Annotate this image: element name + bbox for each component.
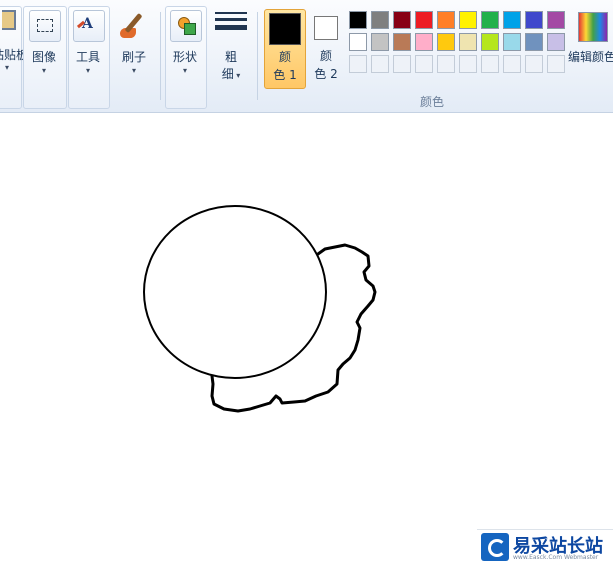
watermark: 易采站长站 www.Easck.Com Webmaster [477,529,613,566]
custom-color-slot[interactable] [415,55,433,73]
size-label-line2: 细 [221,67,234,81]
shapes-icon [170,10,202,42]
rainbow-palette-icon [578,12,608,42]
chevron-down-icon: ▾ [41,66,46,75]
image-label: 图像 [31,50,56,64]
chevron-down-icon: ▾ [233,71,241,80]
watermark-subtext: www.Easck.Com Webmaster [513,554,599,561]
color1-label-line1: 颜 [278,50,291,64]
ribbon: 粘贴板 ▾ 图像 ▾ A 工具 ▾ 刷子 ▾ 形状 [0,0,613,113]
color2-swatch [314,16,338,40]
custom-color-slot[interactable] [393,55,411,73]
drawing-canvas[interactable] [0,114,613,566]
palette-swatch[interactable] [503,33,521,51]
palette-swatch[interactable] [525,11,543,29]
palette-swatch[interactable] [525,33,543,51]
paste-button[interactable]: 粘贴板 ▾ [0,10,29,73]
color2-label-line2: 色 2 [314,67,338,81]
custom-color-slot[interactable] [503,55,521,73]
color2-button[interactable]: 颜 色 2 [307,9,345,87]
edit-colors-label: 编辑颜色 [568,50,613,64]
chevron-down-icon: ▾ [182,66,187,75]
palette-swatch[interactable] [459,11,477,29]
tools-label: 工具 [75,50,100,64]
color1-swatch [269,13,301,45]
palette-swatch[interactable] [503,11,521,29]
select-icon [29,10,61,42]
brush-icon [118,10,150,42]
palette-swatch[interactable] [371,33,389,51]
palette-swatch[interactable] [349,11,367,29]
clipboard-label: 粘贴板 [0,48,29,62]
palette-swatch[interactable] [437,33,455,51]
palette-swatch[interactable] [393,11,411,29]
circle-shape [143,205,327,379]
palette-swatch[interactable] [459,33,477,51]
paste-icon [2,10,16,30]
custom-color-slot[interactable] [349,55,367,73]
shapes-label: 形状 [172,50,197,64]
separator [257,12,258,100]
size-label-line1: 粗 [224,50,237,64]
text-tool-icon: A [73,10,105,42]
palette-swatch[interactable] [415,11,433,29]
custom-color-slot[interactable] [481,55,499,73]
chevron-down-icon: ▾ [131,66,136,75]
custom-color-slot[interactable] [371,55,389,73]
palette-swatch[interactable] [437,11,455,29]
custom-color-slot[interactable] [459,55,477,73]
line-size-icon [215,12,247,30]
chevron-down-icon: ▾ [85,66,90,75]
watermark-logo-icon [481,533,509,561]
palette-swatch[interactable] [481,11,499,29]
separator [160,12,161,100]
palette-swatch[interactable] [547,11,565,29]
palette-swatch[interactable] [547,33,565,51]
drawing-svg [143,205,377,413]
custom-color-slot[interactable] [547,55,565,73]
size-label-line2-wrap: 细 ▾ [212,65,250,82]
palette-swatch[interactable] [481,33,499,51]
color2-label-line1: 颜 [319,49,332,63]
palette-swatch[interactable] [415,33,433,51]
palette-swatch[interactable] [393,33,411,51]
brushes-label: 刷子 [121,50,146,64]
colors-group-label: 颜色 [420,95,445,109]
palette-swatch[interactable] [349,33,367,51]
palette-swatch[interactable] [371,11,389,29]
color1-button[interactable]: 颜 色 1 [264,9,306,89]
custom-color-slot[interactable] [437,55,455,73]
custom-color-slot[interactable] [525,55,543,73]
chevron-down-icon: ▾ [4,63,9,72]
color1-label-line2: 色 1 [273,68,297,82]
